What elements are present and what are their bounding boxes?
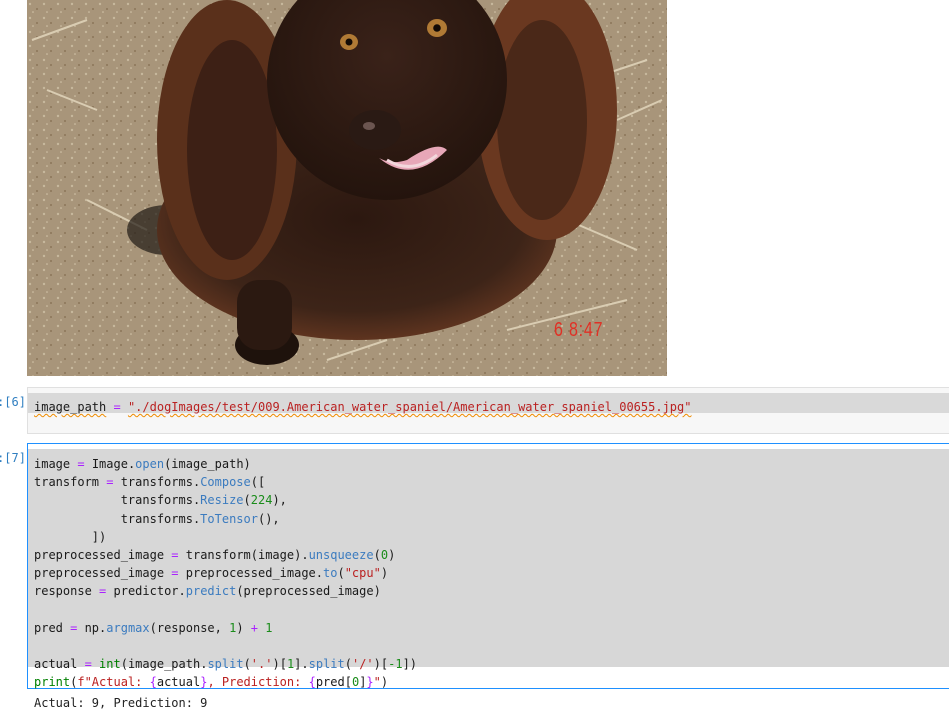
code-token: 0 [380,547,389,562]
code-token: ) [380,675,389,690]
code-token: (response, [149,620,230,635]
code-token: ( [337,566,345,581]
code-token: = [77,457,85,471]
cell-7-output: Actual: 9, Prediction: 9 [34,696,208,710]
code-token: transform [34,475,107,490]
code-token: pred [34,620,71,635]
code-token: image [34,457,71,471]
code-line: print(f"Actual: {actual}, Prediction: {p… [34,673,417,691]
code-token: ( [243,493,251,508]
code-token: ) [388,547,396,562]
code-token: (image_path) [164,457,251,471]
code-token: preprocessed_image [34,566,172,581]
code-token: '.' [250,657,273,672]
code-token: pred[ [315,675,352,690]
code-token: predictor. [106,584,186,599]
code-cell-6[interactable]: image_path = "./dogImages/test/009.Ameri… [27,387,949,434]
code-token: response [34,584,100,599]
code-token: { [308,675,316,690]
code-token: -1 [388,657,403,672]
code-token: preprocessed_image [34,547,172,562]
code-token: unsqueeze [308,547,374,562]
code-token: preprocessed_image. [178,566,324,581]
code-line: image = Image.open(image_path) [34,455,417,473]
code-line: actual = int(image_path.split('.')[1].sp… [34,655,417,673]
cell-6-editor[interactable]: image_path = "./dogImages/test/009.Ameri… [28,393,949,416]
code-token: ( [243,657,251,672]
code-token: Image. [84,457,136,471]
code-token: , Prediction: [207,675,309,690]
code-token: ), [272,493,287,508]
code-line: ]) [34,528,417,546]
code-token: open [135,457,165,471]
code-token: argmax [106,620,150,635]
code-token: ) [380,566,389,581]
code-token: 224 [250,493,273,508]
code-token: ToTensor [200,511,258,526]
code-token: + [250,620,259,635]
code-token: actual [34,657,85,672]
dog-image-output: 6 8:47 [27,0,667,376]
code-token: transforms. [34,493,201,508]
code-token: transform(image). [178,547,309,562]
cell-6-code[interactable]: image_path = "./dogImages/test/009.Ameri… [34,398,691,416]
code-token: to [323,566,338,581]
cell-7-prompt: [7]: [0,451,26,465]
code-line: transforms.Resize(224), [34,491,417,509]
code-token: f"Actual: [77,675,150,690]
code-token: Resize [200,493,244,508]
code-token: ( [373,547,381,562]
code-token: )[ [373,657,389,672]
code-line: preprocessed_image = transform(image).un… [34,546,417,564]
code-token: image_path [34,400,107,414]
code-token: (preprocessed_image) [236,584,381,599]
code-token: = [84,657,92,672]
code-token: = [113,400,121,414]
code-token: np. [77,620,107,635]
code-token: = [171,566,179,581]
code-token: (image_path. [120,657,208,672]
code-token: "cpu" [344,566,381,581]
code-token: split [207,657,244,672]
code-token: '/' [351,657,374,672]
code-token: " [373,675,381,690]
code-line: preprocessed_image = preprocessed_image.… [34,564,417,582]
code-token: transforms. [34,511,201,526]
code-token: 1 [265,620,273,635]
code-token: int [99,657,121,672]
code-cell-7[interactable]: image = Image.open(image_path) transform … [27,443,949,689]
code-token: } [366,675,374,690]
code-token: ]. [294,657,309,672]
code-token: = [171,547,179,562]
code-line: transforms.ToTensor(), [34,510,417,528]
code-token: ([ [250,475,266,490]
cell-7-code[interactable]: image = Image.open(image_path) transform … [34,455,417,691]
code-token: actual [156,675,201,690]
photo-timestamp: 6 8:47 [554,319,604,341]
code-token: (), [257,511,280,526]
code-token: "./dogImages/test/009.American_water_spa… [127,400,692,414]
cell-6-prompt: [6]: [0,395,26,409]
cell-7-editor[interactable]: image = Image.open(image_path) transform … [28,449,949,689]
code-token: split [308,657,345,672]
code-token: ]) [402,657,418,672]
code-line: pred = np.argmax(response, 1) + 1 [34,619,417,637]
code-token: ) [236,620,251,635]
code-token: Compose [200,475,251,490]
code-token: predict [185,584,237,599]
code-line: image_path = "./dogImages/test/009.Ameri… [34,398,691,416]
code-line: response = predictor.predict(preprocesse… [34,582,417,600]
code-token: ]) [34,529,107,544]
code-token: ( [344,657,352,672]
code-line: transform = transforms.Compose([ [34,473,417,491]
code-token: print [34,675,71,690]
code-token: { [149,675,157,690]
code-token: )[ [272,657,287,672]
code-token: transforms. [113,475,201,490]
